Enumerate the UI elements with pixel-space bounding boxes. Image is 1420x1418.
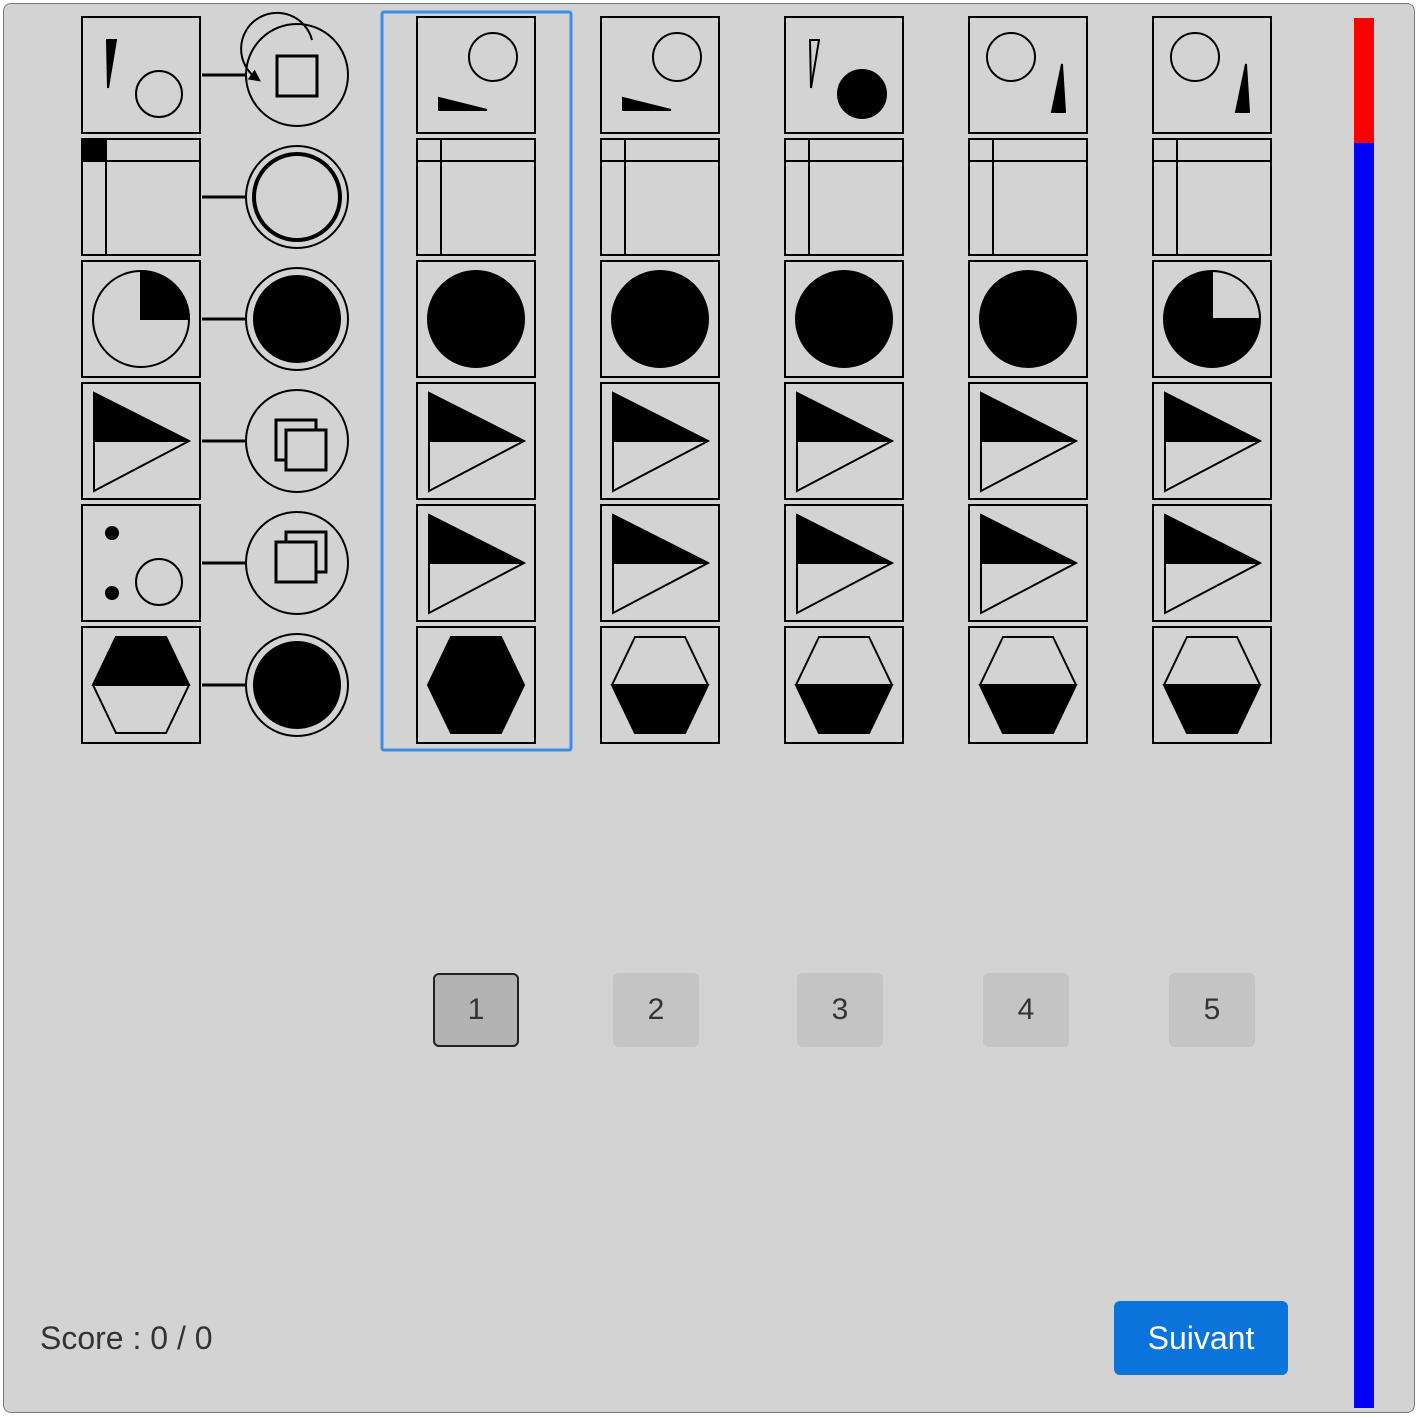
option-column-3[interactable] — [784, 16, 904, 744]
black-circle-icon — [245, 267, 349, 371]
timer-elapsed — [1354, 18, 1374, 143]
option-button-3[interactable]: 3 — [797, 973, 883, 1047]
option-column-4[interactable] — [968, 16, 1088, 744]
option-column-1[interactable] — [416, 16, 536, 744]
option-column-5[interactable] — [1152, 16, 1272, 744]
example-cell-3 — [81, 260, 201, 378]
rule-connectors — [202, 73, 247, 687]
duplicate-icon — [245, 511, 349, 615]
option-button-1[interactable]: 1 — [433, 973, 519, 1047]
puzzle-grid — [81, 10, 1272, 752]
example-cell-4 — [81, 382, 201, 500]
score-label: Score : 0 / 0 — [40, 1320, 213, 1356]
black-circle-icon — [245, 633, 349, 737]
double-circle-icon — [245, 145, 349, 249]
rotate-icon — [240, 11, 349, 127]
next-button[interactable]: Suivant — [1114, 1301, 1288, 1375]
duplicate-icon — [245, 389, 349, 493]
quiz-panel: 1 2 3 4 5 Score : 0 / 0 Suivant — [3, 3, 1415, 1413]
example-column — [81, 16, 201, 744]
example-cell-6 — [81, 626, 201, 744]
example-cell-2 — [81, 138, 201, 256]
option-button-4[interactable]: 4 — [983, 973, 1069, 1047]
example-cell-1 — [81, 16, 201, 134]
option-button-5[interactable]: 5 — [1169, 973, 1255, 1047]
example-cell-5 — [81, 504, 201, 622]
option-button-2[interactable]: 2 — [613, 973, 699, 1047]
timer-bar — [1354, 18, 1374, 1408]
option-column-2[interactable] — [600, 16, 720, 744]
